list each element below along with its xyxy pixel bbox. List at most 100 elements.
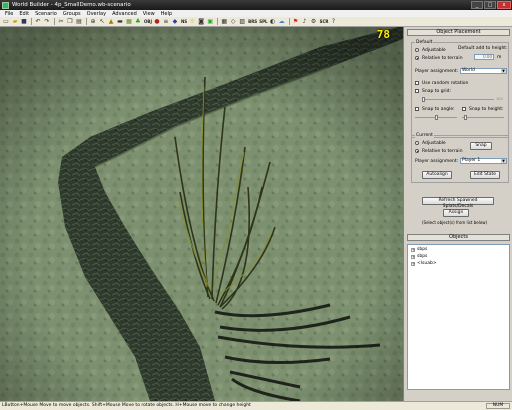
chevron-down-icon[interactable]: ▼	[501, 69, 506, 73]
snap-height-thumb[interactable]	[464, 115, 467, 120]
pointer-icon[interactable]: ↖	[98, 18, 106, 26]
vignette	[0, 27, 403, 401]
minimize-button[interactable]: _	[471, 1, 483, 9]
title-bar: World Builder - 4p_SmallDemo.wb-scenario…	[0, 0, 512, 10]
tree-item-label: sbps	[417, 254, 428, 259]
shadow-icon[interactable]: ◐	[269, 18, 277, 26]
fog-icon[interactable]: ▧	[238, 18, 246, 26]
tree-item[interactable]: + sbps	[411, 254, 427, 259]
snap-angle-checkbox[interactable]	[415, 107, 419, 111]
obj-button[interactable]: OBJ	[143, 19, 153, 24]
open-icon[interactable]: ▰	[11, 18, 19, 26]
toolbar-separator	[288, 18, 290, 25]
sound-icon[interactable]: ♪	[301, 18, 309, 26]
new-icon[interactable]: ▭	[2, 18, 10, 26]
default-player-value: World	[462, 68, 475, 73]
save-icon[interactable]: ■	[20, 18, 28, 26]
ns-button[interactable]: NS	[180, 19, 188, 24]
status-text: LButton+Mouse Move to move objects. Shif…	[2, 403, 251, 408]
snap-grid-label: Snap to grid:	[422, 89, 452, 94]
brs-button[interactable]: BRS	[247, 19, 258, 24]
zoom-icon[interactable]: ⊕	[89, 18, 97, 26]
window-title: World Builder - 4p_SmallDemo.wb-scenario	[12, 2, 131, 8]
terrain-scene[interactable]	[0, 27, 403, 401]
menu-overlay[interactable]: Overlay	[84, 11, 109, 17]
current-adjustable-radio[interactable]	[415, 141, 419, 145]
snap-grid-checkbox[interactable]	[415, 89, 419, 93]
camera-icon[interactable]: ◙	[197, 18, 205, 26]
default-adjustable-radio[interactable]	[415, 48, 419, 52]
random-rotation-checkbox[interactable]	[415, 81, 419, 85]
menu-file[interactable]: File	[2, 11, 16, 17]
help-icon[interactable]: ?	[329, 18, 337, 26]
area-icon[interactable]: ▣	[206, 18, 214, 26]
snap-grid-thumb[interactable]	[422, 97, 425, 102]
current-player-label: Player assignment:	[415, 159, 459, 164]
menu-groups[interactable]: Groups	[60, 11, 84, 17]
tree-item[interactable]: + <lsuab>	[411, 261, 437, 266]
paste-icon[interactable]: ▤	[75, 18, 83, 26]
road-icon[interactable]: ≡	[162, 18, 170, 26]
team-icon[interactable]: ⚑	[292, 18, 300, 26]
current-relative-radio[interactable]	[415, 149, 419, 153]
menu-view[interactable]: View	[140, 11, 158, 17]
expand-icon[interactable]: +	[411, 247, 415, 252]
water-icon[interactable]: ◆	[171, 18, 179, 26]
default-adjustable-label: Adjustable	[422, 48, 446, 53]
tree-item[interactable]: + sbps	[411, 247, 427, 252]
current-player-value: Player 1	[462, 158, 481, 163]
default-player-label: Player assignment:	[415, 69, 459, 74]
spl-button[interactable]: SPL	[258, 19, 268, 24]
sky-icon[interactable]: ☁	[278, 18, 286, 26]
menu-bar: File Edit Scenario Groups Overlay Advanc…	[0, 10, 512, 17]
add-height-input[interactable]: 0.00	[474, 54, 494, 60]
assign-button[interactable]: Assign	[443, 209, 469, 217]
menu-advanced[interactable]: Advanced	[109, 11, 140, 17]
objects-tree[interactable]: + sbps + sbps + <lsuab>	[407, 244, 510, 390]
expand-icon[interactable]: +	[411, 254, 415, 259]
snap-height-checkbox[interactable]	[462, 107, 466, 111]
unit-icon[interactable]: ●	[153, 18, 161, 26]
snap-height-slider[interactable]	[462, 115, 504, 120]
texture-icon[interactable]: ▦	[125, 18, 133, 26]
menu-help[interactable]: Help	[158, 11, 175, 17]
copy-icon[interactable]: ❐	[66, 18, 74, 26]
redo-icon[interactable]: ↷	[43, 18, 51, 26]
refresh-splats-button[interactable]: Refresh Spawned Splats/Decals	[422, 197, 494, 209]
undo-icon[interactable]: ↶	[34, 18, 42, 26]
scr-button[interactable]: SCR	[319, 19, 330, 24]
num-lock-indicator: NUM	[486, 403, 510, 409]
panel-title: Object Placement	[407, 29, 510, 36]
default-relative-label: Relative to terrain	[422, 56, 463, 61]
toolbar-separator	[54, 18, 55, 25]
light-icon[interactable]: ☼	[188, 18, 196, 26]
default-player-select[interactable]: World ▼	[460, 68, 507, 74]
tree-item-label: sbps	[417, 247, 428, 252]
wire-icon[interactable]: ◇	[229, 18, 237, 26]
expand-icon[interactable]: +	[411, 261, 415, 266]
default-relative-radio[interactable]	[415, 56, 419, 60]
edit-state-button[interactable]: Edit State	[470, 171, 500, 179]
current-player-select[interactable]: Player 1 ▼	[460, 158, 507, 164]
chevron-down-icon[interactable]: ▼	[501, 159, 506, 163]
close-button[interactable]: x	[497, 1, 511, 9]
assign-hint: (Select object(s) from list below)	[422, 220, 488, 225]
flatten-icon[interactable]: ▬	[116, 18, 124, 26]
height-icon[interactable]: ▲	[107, 18, 115, 26]
terrain-viewport[interactable]: 78	[0, 27, 403, 401]
grid-icon[interactable]: ▦	[220, 18, 228, 26]
snap-angle-thumb[interactable]	[435, 115, 438, 120]
current-adjustable-label: Adjustable	[422, 141, 446, 146]
menu-edit[interactable]: Edit	[16, 11, 32, 17]
props-icon[interactable]: ⚙	[310, 18, 318, 26]
menu-scenario[interactable]: Scenario	[32, 11, 60, 17]
snap-height-label: Snap to height:	[469, 107, 504, 112]
snap-button[interactable]: Snap	[470, 142, 492, 150]
autoalign-button[interactable]: Autoalign	[422, 171, 452, 179]
snap-angle-slider[interactable]	[415, 115, 457, 120]
snap-grid-slider[interactable]	[422, 97, 494, 102]
maximize-button[interactable]: □	[484, 1, 496, 9]
snap-grid-max: 100	[496, 97, 503, 101]
tree-icon[interactable]: ♣	[134, 18, 142, 26]
cut-icon[interactable]: ✂	[57, 18, 65, 26]
